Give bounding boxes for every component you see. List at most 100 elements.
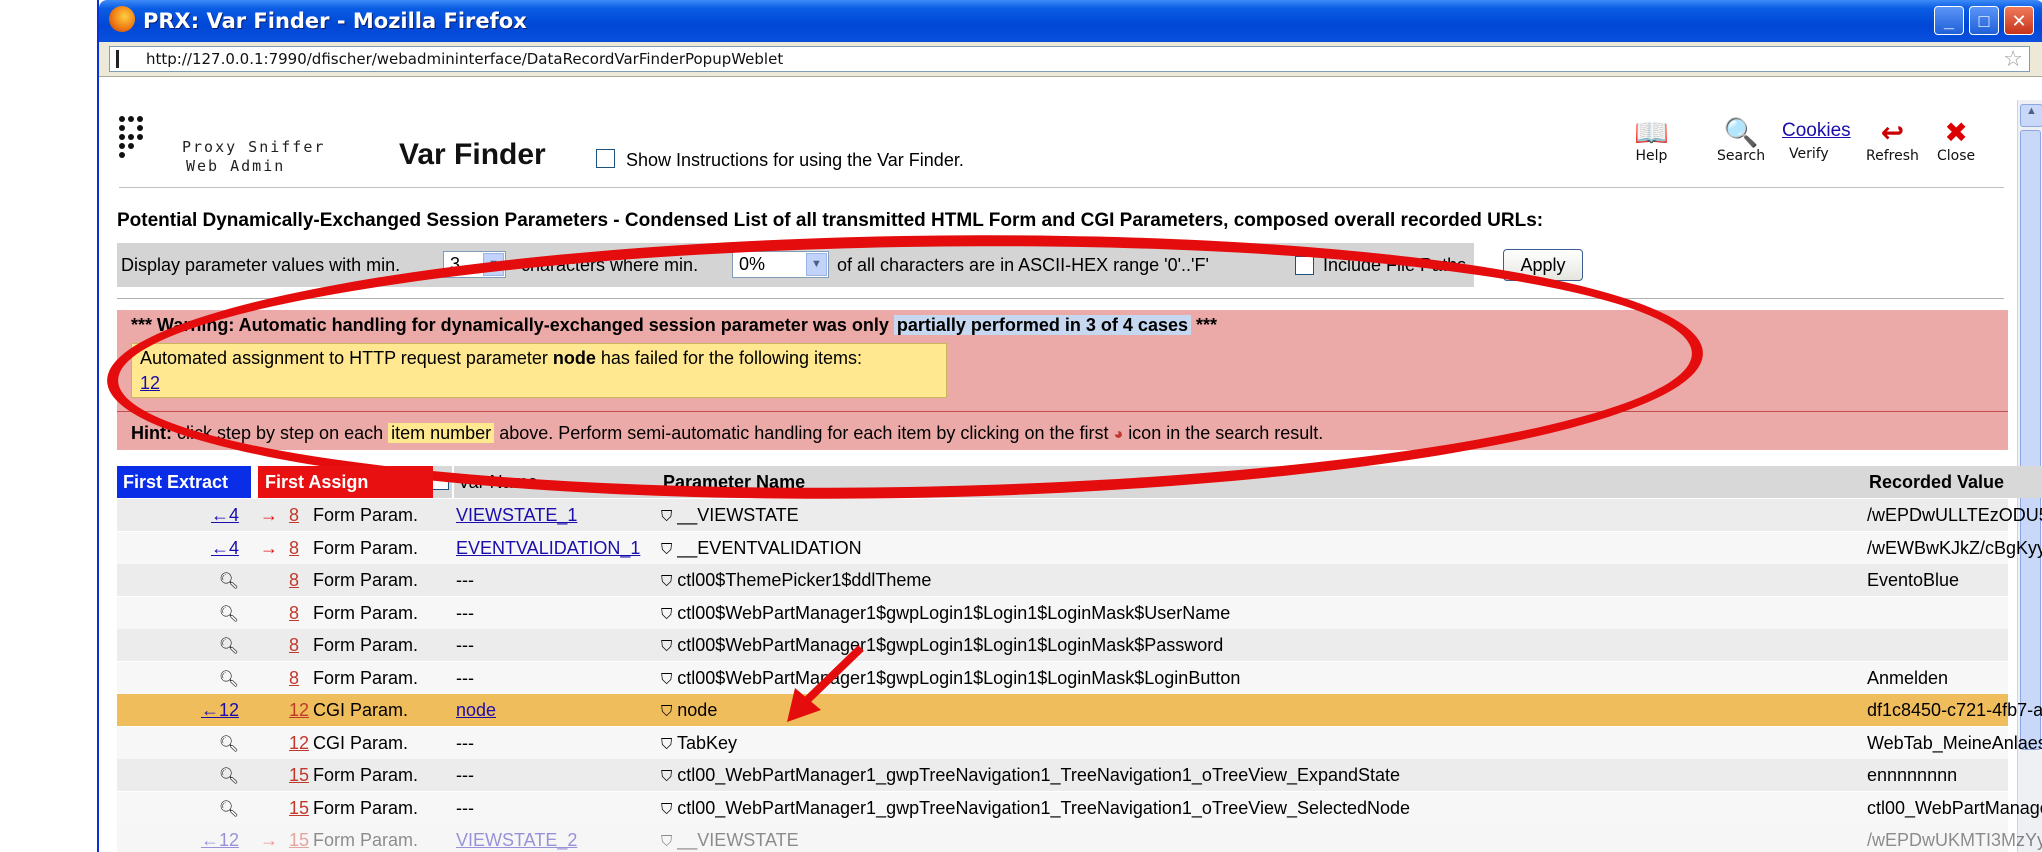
search-icon[interactable]: 🔍︎ [219,671,239,688]
var-name[interactable]: VIEWSTATE_1 [456,505,577,525]
first-extract-link[interactable]: ←12 [201,830,239,850]
first-extract-link[interactable]: ←12 [201,700,239,720]
first-assign-cell [258,759,280,791]
assign-arrow-icon[interactable]: → [260,538,278,558]
first-extract-cell: ←12 [117,694,245,726]
page-title: Var Finder [399,138,546,171]
parameter-icon[interactable]: ⛉ [661,833,672,850]
parameter-icon[interactable]: ⛉ [661,671,672,688]
param-type: Form Param. [313,537,419,558]
show-instructions-checkbox[interactable] [596,149,615,168]
step-link[interactable]: 8 [289,668,299,688]
step-cell: 8 [289,499,309,531]
parameter-icon[interactable]: ⛉ [661,703,672,720]
var-name-cell: --- [456,629,656,661]
table-row: 🔍︎ 12 CGI Param. --- ⛉ TabKey WebTab_MeineAnl… [117,726,2042,759]
parameter-icon[interactable]: ⛉ [661,541,672,558]
step-cell: 8 [289,629,309,661]
failed-prefix: Automated assignment to HTTP request par… [140,348,548,368]
refresh-tool[interactable]: ↩ Refresh [1866,118,1919,165]
failed-param: node [552,348,596,368]
first-assign-cell [258,792,280,824]
step-link[interactable]: 15 [289,765,309,785]
maximize-button[interactable]: □ [1969,6,1999,35]
var-name: --- [456,667,474,688]
step-link[interactable]: 12 [289,700,309,720]
url-field[interactable]: http://127.0.0.1:7990/dfischer/webadmini… [109,46,2030,72]
bookmark-star-icon[interactable]: ☆ [2003,46,2023,72]
scroll-up-arrow-icon[interactable]: ▲ [2020,104,2042,127]
parameter-icon[interactable]: ⛉ [661,801,672,818]
search-icon[interactable]: 🔍︎ [219,606,239,623]
parameter-icon[interactable]: ⛉ [661,573,672,590]
assign-arrow-icon[interactable]: → [260,830,278,850]
step-link[interactable]: 8 [289,505,299,525]
step-link[interactable]: 12 [289,733,309,753]
first-assign-cell [258,727,280,759]
step-link[interactable]: 15 [289,798,309,818]
var-name[interactable]: node [456,700,496,720]
search-label: Search [1717,148,1766,164]
search-tool[interactable]: 🔍 Search [1717,118,1766,165]
search-icon[interactable]: 🔍︎ [219,573,239,590]
parameter-icon[interactable]: ⛉ [661,606,672,623]
var-name-header: Var Name [454,466,659,498]
parameter-name: TabKey [676,732,737,753]
minimize-button[interactable]: _ [1934,6,1964,35]
close-window-button[interactable]: ✕ [2004,6,2034,35]
include-file-paths-checkbox[interactable] [1295,256,1314,275]
search-icon[interactable]: 🔍︎ [219,736,239,753]
first-assign-cell [258,694,280,726]
recorded-value-cell: EventoBlue [1867,570,1960,590]
step-link[interactable]: 15 [289,830,309,850]
var-name[interactable]: EVENTVALIDATION_1 [456,538,640,558]
apply-button[interactable]: Apply [1503,249,1583,281]
help-tool[interactable]: 📖 Help [1634,118,1669,165]
failed-suffix: has failed for the following items: [600,348,863,368]
first-extract-header[interactable]: First Extract [117,466,251,498]
min-chars-select[interactable]: 3 ▼ [443,251,506,278]
step-link[interactable]: 8 [289,603,299,623]
parameter-name: __VIEWSTATE [677,505,799,525]
parameter-name: ctl00$WebPartManager1$gwpLogin1$Login1$L… [677,635,1224,655]
step-link[interactable]: 8 [289,635,299,655]
first-extract-link[interactable]: ←4 [211,505,239,525]
first-extract-cell: 🔍︎ [117,792,245,824]
first-extract-cell: 🔍︎ [117,629,245,661]
recorded-value-cell: WebTab_MeineAnlaesseD [1867,732,2042,753]
table-row: 🔍︎ 8 Form Param. --- ⛉ ctl00$WebPartManager1… [117,629,2008,661]
include-file-paths-label[interactable]: Include File Paths [1323,255,1466,276]
show-instructions-label[interactable]: Show Instructions for using the Var Find… [626,150,964,171]
search-icon[interactable]: 🔍︎ [219,768,239,785]
table-header-row: First Extract First Assign Var Name Para… [117,466,2042,498]
step-link[interactable]: 8 [289,538,299,558]
warning-prefix: *** Warning: Automatic handling for dyna… [131,315,889,335]
first-assign-header[interactable]: First Assign [258,466,433,498]
close-label: Close [1937,148,1976,164]
warning-suffix: *** [1196,315,1218,335]
parameter-icon[interactable]: ⛉ [661,768,672,785]
parameter-icon[interactable]: ⛉ [661,736,672,753]
verify-tool[interactable]: Verify [1789,146,1829,162]
parameter-icon[interactable]: ⛉ [661,638,672,655]
first-extract-cell: 🔍︎ [117,597,245,629]
param-type: CGI Param. [313,732,409,753]
search-icon[interactable]: 🔍︎ [219,638,239,655]
first-extract-cell: ←4 [117,532,245,564]
section-title: Potential Dynamically-Exchanged Session … [117,210,1544,231]
first-extract-link[interactable]: ←4 [211,538,239,558]
var-name[interactable]: VIEWSTATE_2 [456,830,577,850]
cookies-link[interactable]: Cookies [1782,120,1851,142]
browser-window: PRX: Var Finder - Mozilla Firefox _ □ ✕ … [97,0,2042,852]
parameter-icon[interactable]: ⛉ [661,508,672,525]
step-link[interactable]: 8 [289,570,299,590]
percent-select[interactable]: 0% ▼ [732,251,829,278]
close-tool[interactable]: ✖ Close [1937,118,1976,165]
select-all-checkbox[interactable] [432,473,449,490]
parameter-name: node [677,700,718,720]
first-assign-cell: → [258,499,280,531]
search-icon[interactable]: 🔍︎ [219,801,239,818]
first-extract-cell: 🔍︎ [117,662,245,694]
failed-item-link[interactable]: 12 [140,373,160,394]
assign-arrow-icon[interactable]: → [260,505,278,525]
